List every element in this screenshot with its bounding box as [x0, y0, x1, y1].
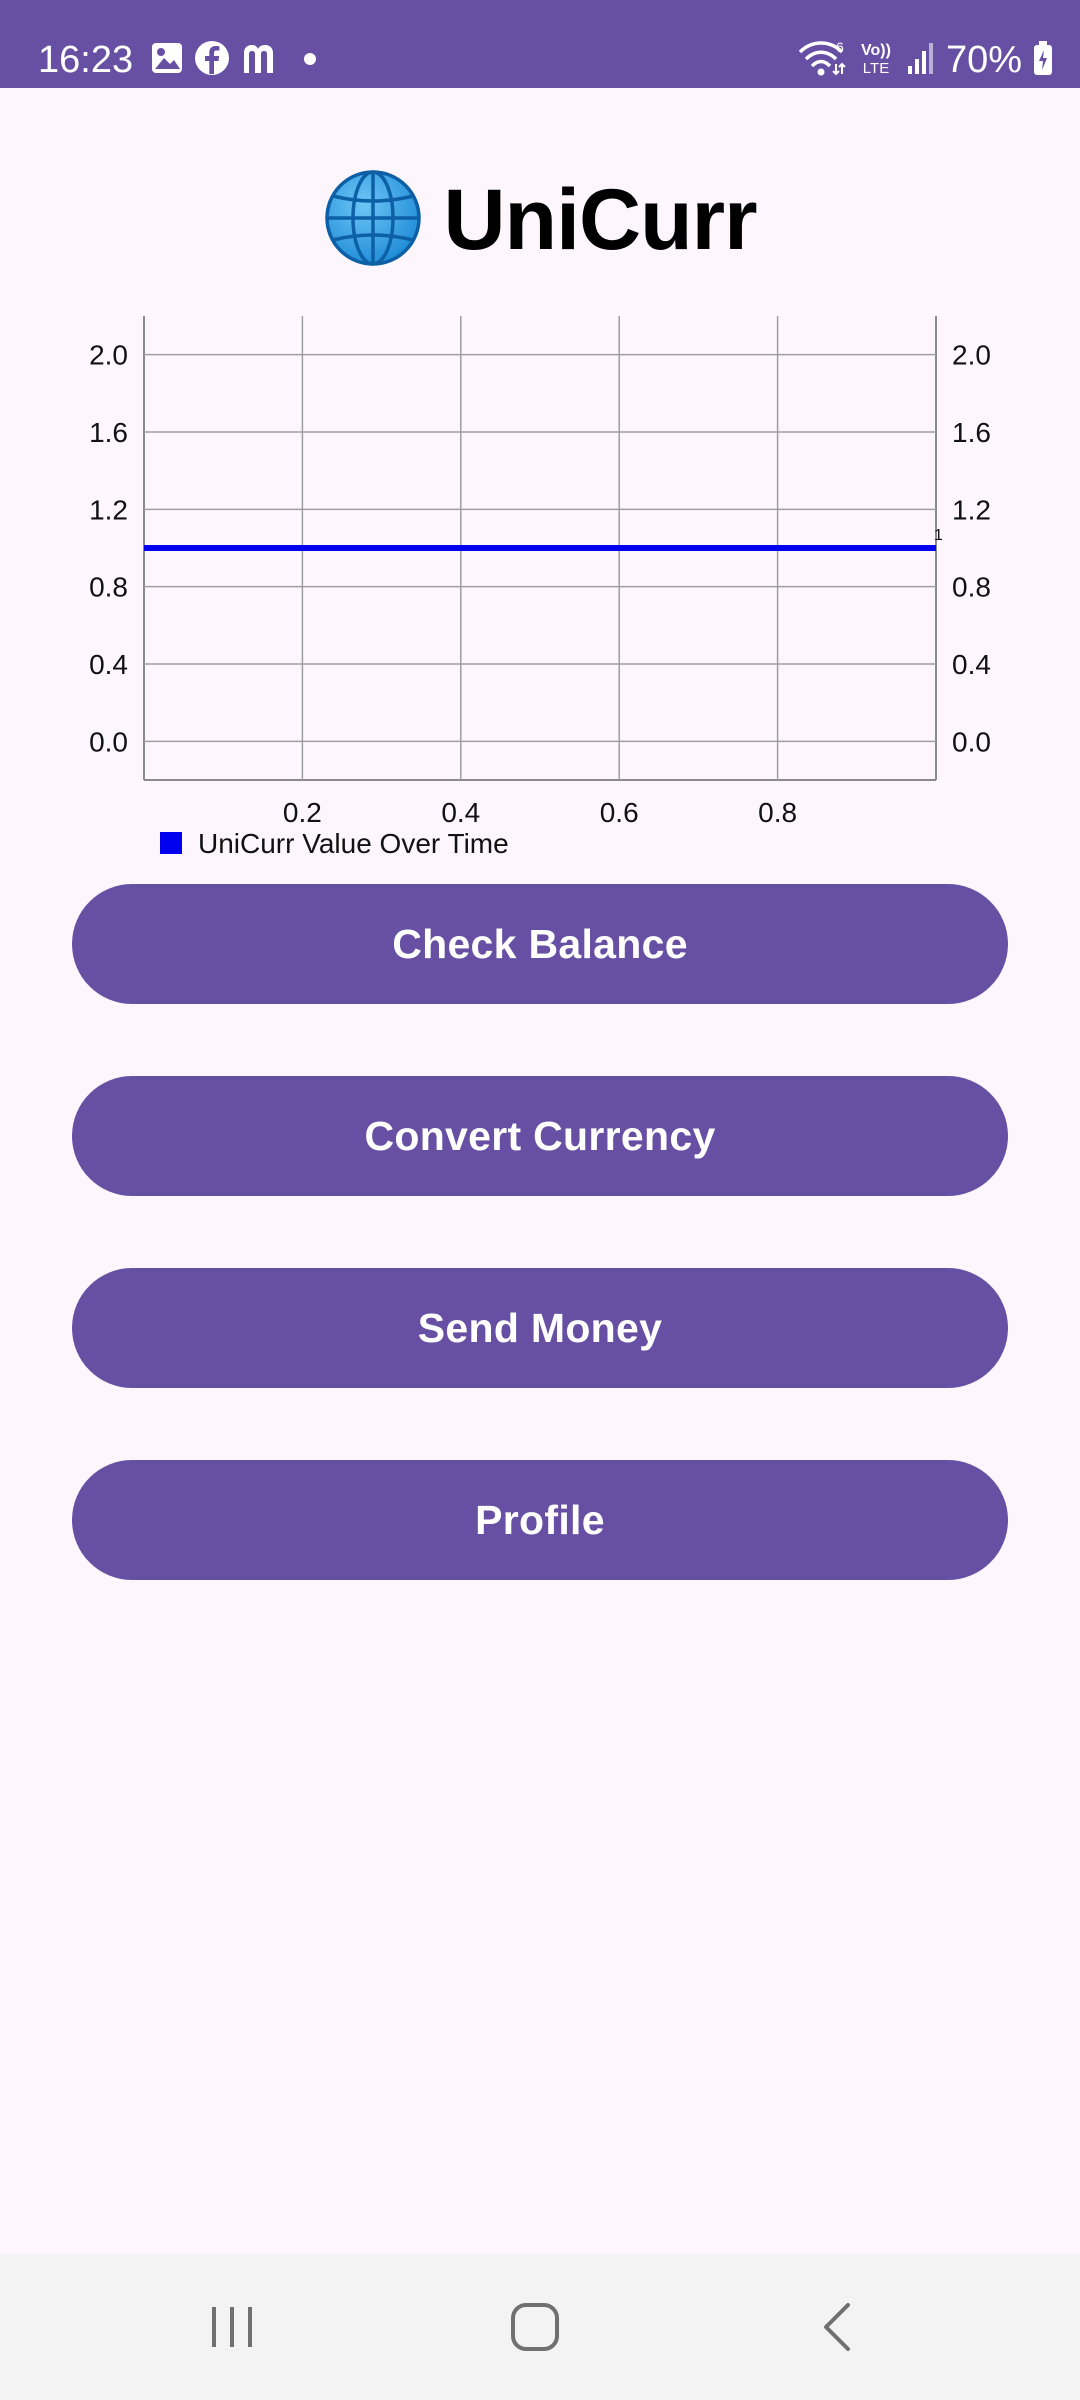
chart-legend: UniCurr Value Over Time	[160, 828, 509, 859]
y-tick-label-left: 0.8	[89, 572, 128, 603]
legend-label: UniCurr Value Over Time	[198, 828, 509, 859]
back-button[interactable]	[778, 2254, 898, 2400]
wifi-badge: 6	[836, 39, 844, 55]
signal-icon	[906, 40, 936, 81]
dot-icon	[292, 43, 322, 78]
recents-button[interactable]	[172, 2254, 292, 2400]
battery-percent: 70%	[945, 39, 1022, 81]
facebook-icon	[194, 40, 230, 81]
x-tick-label: 0.2	[283, 797, 322, 828]
x-tick-label: 0.6	[600, 797, 639, 828]
x-tick-label: 0.8	[758, 797, 797, 828]
system-icons: 6 Vo)) LTE 70%	[798, 38, 1054, 82]
notification-icons	[150, 40, 322, 80]
lte-label: LTE	[863, 60, 889, 77]
y-tick-label-left: 1.2	[89, 494, 128, 525]
globe-icon	[323, 168, 423, 273]
y-tick-label-left: 0.4	[89, 649, 128, 680]
y-tick-label-left: 2.0	[89, 340, 128, 371]
y-tick-label-right: 0.0	[952, 726, 991, 757]
y-tick-label-right: 0.8	[952, 572, 991, 603]
wifi-icon: 6	[798, 38, 846, 83]
back-icon	[824, 2303, 850, 2351]
status-time: 16:23	[38, 39, 134, 81]
volte-icon: Vo)) LTE	[856, 38, 896, 83]
y-tick-label-right: 1.6	[952, 417, 991, 448]
gallery-icon	[150, 41, 184, 80]
check-balance-button[interactable]: Check Balance	[72, 884, 1008, 1004]
y-tick-label-right: 2.0	[952, 340, 991, 371]
chart-labels: 0.0 0.0 0.4 0.4 0.8 0.8 1.2 1.2 1.6 1.6 2.0 2.0 0.2 0…	[89, 340, 991, 828]
home-icon	[511, 2303, 559, 2351]
convert-currency-button[interactable]: Convert Currency	[72, 1076, 1008, 1196]
m-app-icon	[240, 41, 282, 80]
recents-icon	[212, 2307, 252, 2347]
volte-label: Vo))	[861, 42, 891, 59]
chart-svg: 0.0 0.0 0.4 0.4 0.8 0.8 1.2 1.2 1.6 1.6 2.0 2.0 0.2 0…	[89, 316, 991, 859]
send-money-button[interactable]: Send Money	[72, 1268, 1008, 1388]
app-header: UniCurr	[0, 160, 1080, 280]
app-title: UniCurr	[443, 171, 757, 268]
battery-icon	[1032, 40, 1054, 81]
series-point-label: 1	[934, 527, 943, 544]
profile-button[interactable]: Profile	[72, 1460, 1008, 1580]
y-tick-label-right: 1.2	[952, 494, 991, 525]
status-bar: 16:23 6 Vo)) LTE 70%	[0, 0, 1080, 88]
x-tick-label: 0.4	[441, 797, 480, 828]
y-tick-label-left: 0.0	[89, 726, 128, 757]
y-tick-label-left: 1.6	[89, 417, 128, 448]
value-chart: 0.0 0.0 0.4 0.4 0.8 0.8 1.2 1.2 1.6 1.6 2.0 2.0 0.2 0…	[0, 300, 1080, 870]
y-tick-label-right: 0.4	[952, 649, 991, 680]
navigation-bar	[0, 2254, 1080, 2400]
app-screen: 16:23 6 Vo)) LTE 70% UniCurr 0.0 0.0 0.4…	[0, 0, 1080, 2400]
legend-swatch	[160, 832, 182, 854]
home-button[interactable]	[475, 2254, 595, 2400]
